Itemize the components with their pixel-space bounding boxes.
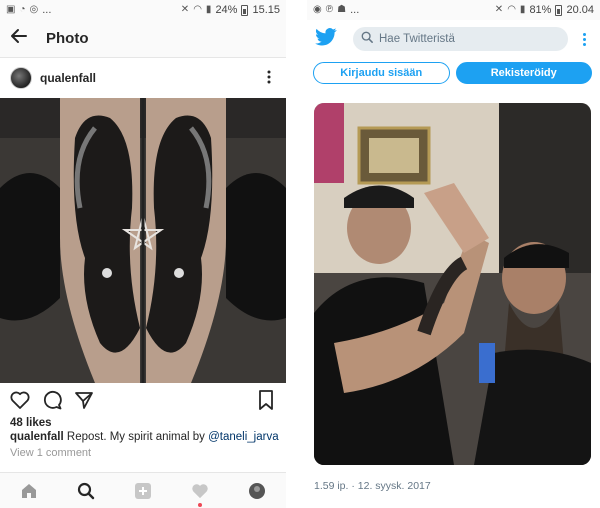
signal-icon: ▮ <box>519 4 526 15</box>
more-menu-icon[interactable] <box>576 32 592 46</box>
battery-percent: 81% <box>529 4 552 16</box>
twitter-header <box>307 20 600 58</box>
messenger-icon: ◉ <box>313 4 322 15</box>
caption-username[interactable]: qualenfall <box>10 431 64 443</box>
tattoo-photo-image <box>0 98 286 383</box>
likes-count[interactable]: 48 likes <box>0 417 286 429</box>
search-icon <box>361 30 373 48</box>
notification-dot <box>198 502 203 507</box>
signup-button[interactable]: Rekisteröidy <box>455 62 592 84</box>
page-title: Photo <box>46 30 89 47</box>
home-icon[interactable] <box>17 479 41 503</box>
status-bar: ▣ ◔ ◎ ... ✕ ◠ ▮ 24% 15.15 <box>0 0 286 20</box>
more-notifications: ... <box>350 4 360 16</box>
wifi-icon: ◠ <box>193 4 202 15</box>
tweet-photo[interactable] <box>314 103 591 465</box>
app-header: Photo <box>0 20 286 58</box>
instagram-notification-icon: ◎ <box>29 4 39 15</box>
pinterest-icon: ℗ <box>325 4 334 15</box>
battery-icon <box>555 4 563 16</box>
heart-icon[interactable] <box>188 479 212 507</box>
like-heart-icon[interactable] <box>10 390 30 410</box>
image-notification-icon: ▣ <box>6 4 16 15</box>
battery-icon <box>241 4 249 16</box>
bottom-nav <box>0 472 286 508</box>
share-icon[interactable] <box>74 390 94 410</box>
add-icon[interactable] <box>131 479 155 503</box>
auth-buttons: Kirjaudu sisään Rekisteröidy <box>307 58 600 90</box>
clock: 15.15 <box>252 4 280 16</box>
profile-avatar[interactable] <box>245 479 269 503</box>
battery-percent: 24% <box>215 4 238 16</box>
post-header: qualenfall <box>0 58 286 98</box>
alarm-icon: ◔ <box>19 4 26 15</box>
caption-mention[interactable]: @taneli_jarva <box>208 431 279 443</box>
avatar[interactable] <box>10 67 32 89</box>
instagram-screen: ▣ ◔ ◎ ... ✕ ◠ ▮ 24% 15.15 Photo qualenfa… <box>0 0 286 508</box>
view-comments-link[interactable]: View 1 comment <box>0 443 286 459</box>
caption-text: Repost. My spirit animal by <box>63 431 209 443</box>
android-icon: ☗ <box>337 4 347 15</box>
mute-icon: ✕ <box>494 4 504 15</box>
back-arrow-icon[interactable] <box>10 27 38 51</box>
comment-icon[interactable] <box>42 390 62 410</box>
search-icon[interactable] <box>74 479 98 503</box>
post-photo[interactable] <box>0 98 286 383</box>
signal-icon: ▮ <box>205 4 212 15</box>
bookmark-icon[interactable] <box>256 390 276 410</box>
caption: qualenfall Repost. My spirit animal by @… <box>0 429 286 443</box>
twitter-screen: ◉ ℗ ☗ ... ✕ ◠ ▮ 81% 20.04 Kirjaudu sisää… <box>307 0 600 508</box>
more-options-icon[interactable] <box>262 70 276 87</box>
screen-divider <box>286 0 307 508</box>
twitter-bird-icon[interactable] <box>315 28 337 50</box>
mute-icon: ✕ <box>180 4 190 15</box>
post-username[interactable]: qualenfall <box>40 71 262 85</box>
more-notifications: ... <box>42 4 52 16</box>
clock: 20.04 <box>566 4 594 16</box>
post-actions <box>0 383 286 417</box>
search-box[interactable] <box>353 27 568 51</box>
search-input[interactable] <box>379 33 519 45</box>
tattoo-studio-photo-image <box>314 103 591 465</box>
wifi-icon: ◠ <box>507 4 516 15</box>
tweet-timestamp: 1.59 ip. · 12. syysk. 2017 <box>314 480 431 492</box>
login-button[interactable]: Kirjaudu sisään <box>313 62 450 84</box>
status-bar: ◉ ℗ ☗ ... ✕ ◠ ▮ 81% 20.04 <box>307 0 600 20</box>
